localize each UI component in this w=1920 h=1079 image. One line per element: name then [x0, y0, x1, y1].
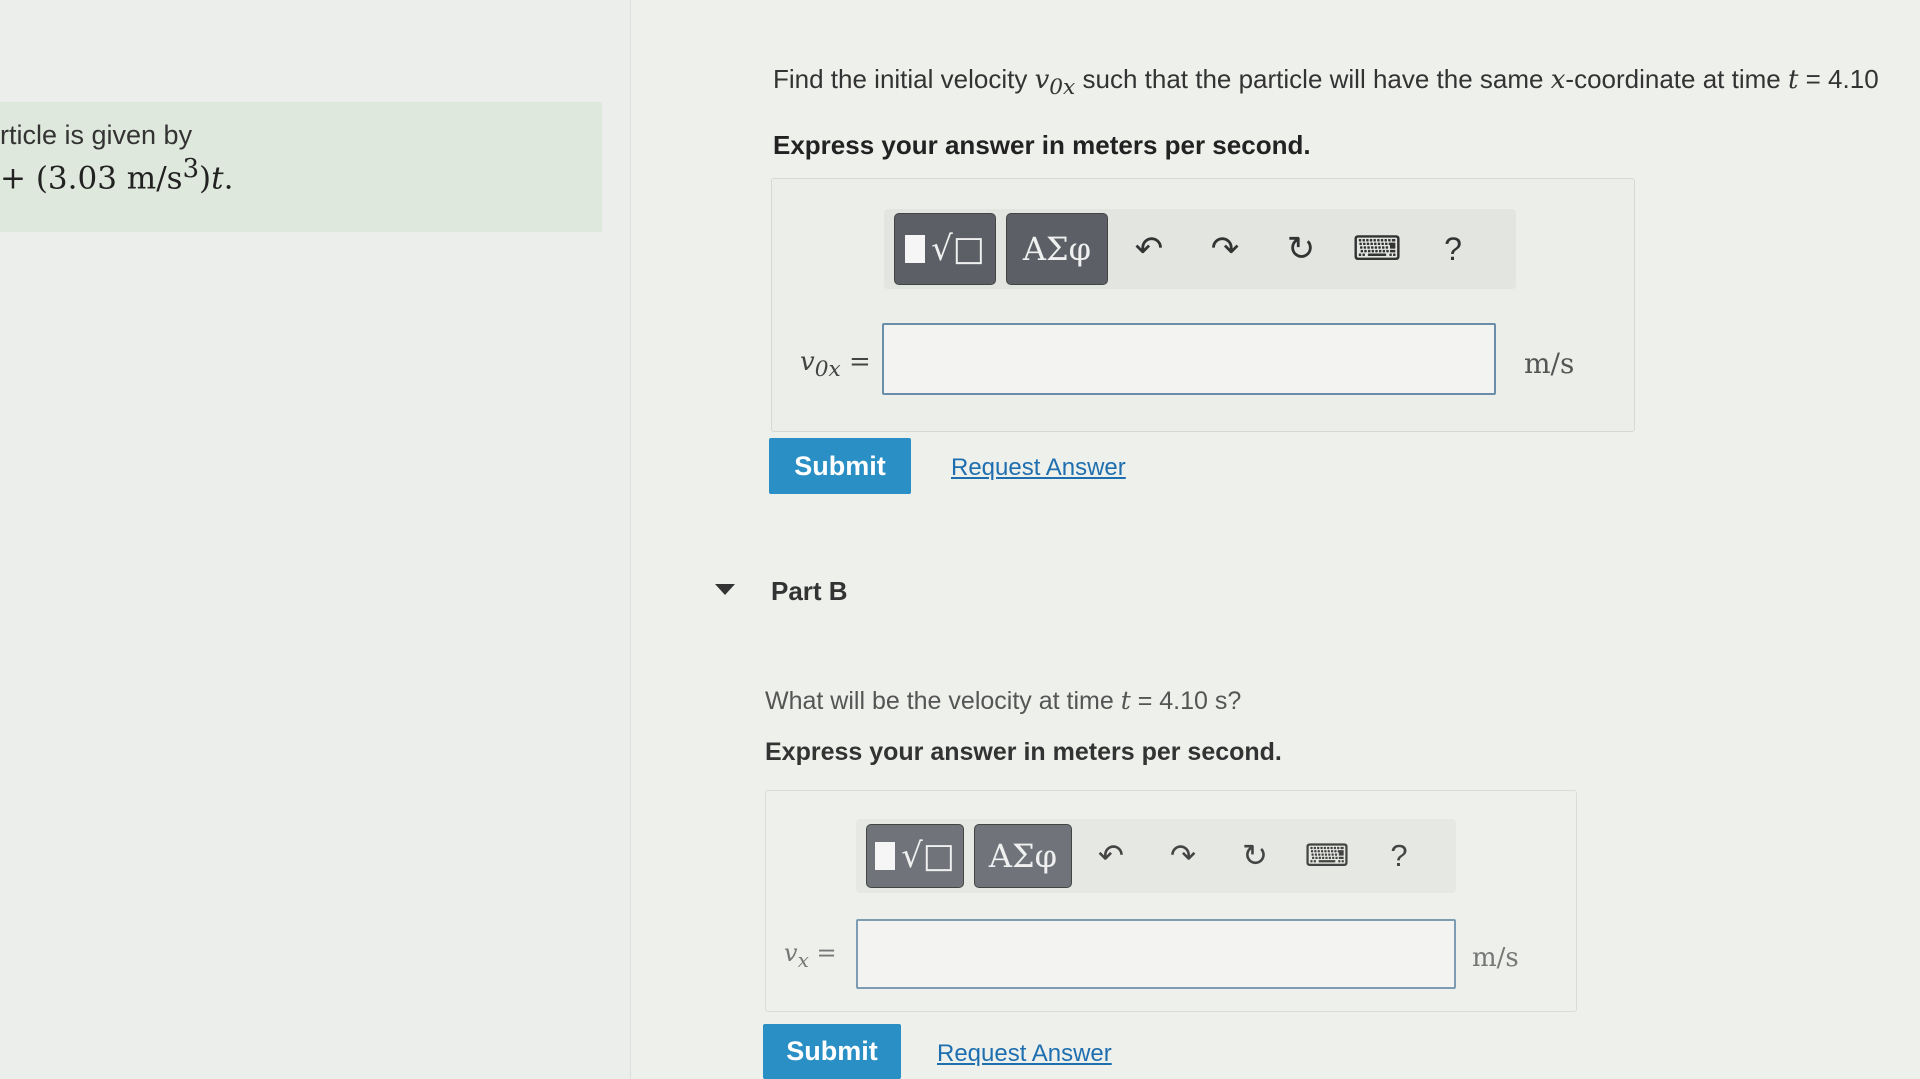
part-b-title: Part B — [771, 576, 848, 606]
part-b-variable-label: vx = — [784, 939, 837, 972]
redo-button[interactable]: ↷ — [1190, 214, 1260, 284]
reset-button[interactable]: ↻ — [1222, 825, 1288, 887]
keyboard-icon: ⌨ — [1352, 230, 1402, 268]
part-b-instructions: Express your answer in meters per second… — [765, 738, 1282, 766]
greek-symbols-button[interactable]: ΑΣφ — [974, 824, 1072, 888]
help-icon: ? — [1444, 230, 1462, 267]
help-button[interactable]: ? — [1366, 825, 1432, 887]
greek-icon: ΑΣφ — [1022, 230, 1092, 268]
help-icon: ? — [1390, 838, 1408, 873]
question-pane: Find the initial velocity v0x such that … — [631, 0, 1920, 1079]
undo-icon: ↶ — [1098, 838, 1124, 873]
reset-icon: ↻ — [1242, 838, 1268, 873]
part-b-request-answer-link[interactable]: Request Answer — [937, 1040, 1112, 1068]
part-b-question: What will be the velocity at time t = 4.… — [765, 686, 1242, 715]
templates-button[interactable]: √□ — [866, 824, 964, 888]
part-b-answer-panel: √□ ΑΣφ ↶ ↷ ↻ ⌨ ? vx = m/s — [765, 790, 1577, 1012]
part-b-collapse-icon[interactable] — [715, 584, 735, 595]
undo-button[interactable]: ↶ — [1078, 825, 1144, 887]
keyboard-icon: ⌨ — [1304, 838, 1350, 873]
templates-icon: √□ — [905, 229, 985, 269]
keyboard-button[interactable]: ⌨ — [1342, 214, 1412, 284]
reset-icon: ↻ — [1286, 230, 1316, 268]
redo-icon: ↷ — [1170, 838, 1196, 873]
intro-text: rticle is given by — [0, 120, 193, 150]
undo-icon: ↶ — [1134, 230, 1164, 268]
part-b-unit: m/s — [1472, 943, 1519, 973]
part-a-answer-panel: √□ ΑΣφ ↶ ↷ ↻ ⌨ ? v0x = m/s — [771, 178, 1635, 432]
reset-button[interactable]: ↻ — [1266, 214, 1336, 284]
redo-icon: ↷ — [1210, 230, 1240, 268]
templates-button[interactable]: √□ — [894, 213, 996, 285]
part-a-answer-input[interactable] — [882, 323, 1496, 395]
undo-button[interactable]: ↶ — [1114, 214, 1184, 284]
part-a-question: Find the initial velocity v0x such that … — [773, 64, 1879, 101]
intro-equation: + (3.03 m/s3)t. — [0, 154, 234, 197]
part-a-math-toolbar: √□ ΑΣφ ↶ ↷ ↻ ⌨ ? — [884, 209, 1516, 289]
part-a-submit-button[interactable]: Submit — [769, 438, 911, 494]
templates-icon: √□ — [875, 836, 955, 876]
greek-symbols-button[interactable]: ΑΣφ — [1006, 213, 1108, 285]
keyboard-button[interactable]: ⌨ — [1294, 825, 1360, 887]
part-b-math-toolbar: √□ ΑΣφ ↶ ↷ ↻ ⌨ ? — [856, 819, 1456, 893]
part-a-variable-label: v0x = — [800, 347, 871, 383]
help-button[interactable]: ? — [1418, 214, 1488, 284]
greek-icon: ΑΣφ — [988, 837, 1058, 875]
part-b-answer-input[interactable] — [856, 919, 1456, 989]
problem-statement-box: rticle is given by + (3.03 m/s3)t. — [0, 102, 602, 232]
part-a-instructions: Express your answer in meters per second… — [773, 130, 1311, 160]
part-a-unit: m/s — [1524, 347, 1575, 380]
part-b-submit-button[interactable]: Submit — [763, 1024, 901, 1079]
problem-intro-pane: rticle is given by + (3.03 m/s3)t. — [0, 0, 631, 1079]
redo-button[interactable]: ↷ — [1150, 825, 1216, 887]
part-a-request-answer-link[interactable]: Request Answer — [951, 454, 1126, 482]
